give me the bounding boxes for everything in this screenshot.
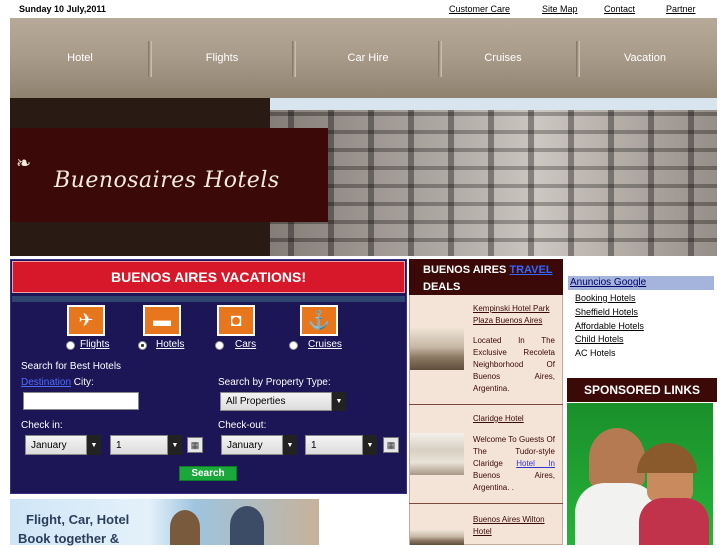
divider (12, 296, 405, 302)
check-out-month-select[interactable]: January (221, 435, 283, 455)
ad-link-child-hotels[interactable]: Child Hotels (575, 334, 624, 344)
chevron-down-icon[interactable]: ▼ (363, 435, 377, 455)
deals-title-text: BUENOS AIRES (423, 264, 510, 276)
chevron-down-icon[interactable]: ▼ (283, 435, 297, 455)
car-icon[interactable]: ◘ (217, 305, 255, 336)
vacation-panel-title: BUENOS AIRES VACATIONS! (12, 261, 405, 293)
calendar-icon[interactable]: ▦ (187, 437, 203, 453)
promo-line-2: Book together & (18, 531, 120, 546)
site-logo[interactable]: Buenosaires Hotels (54, 168, 280, 193)
nav-cruises[interactable]: Cruises (442, 18, 564, 98)
deal-link-wilton[interactable]: Buenos Aires Wilton Hotel (473, 514, 557, 538)
travel-deals-title: BUENOS AIRES TRAVEL DEALS (423, 262, 553, 296)
header-banner: ❧ Buenosaires Hotels (10, 98, 717, 256)
main-nav: Hotel Flights Car Hire Cruises Vacation (10, 18, 717, 98)
deals-title-text-2: DEALS (423, 281, 461, 293)
sponsored-image[interactable] (567, 403, 713, 545)
divider (409, 503, 563, 504)
person-top (639, 498, 709, 545)
hotel-in-link[interactable]: Hotel In (516, 459, 555, 468)
divider (409, 404, 563, 405)
flights-option-label[interactable]: Flights (80, 339, 109, 350)
chevron-down-icon[interactable]: ▼ (87, 435, 101, 455)
nav-car-hire[interactable]: Car Hire (296, 18, 440, 98)
nav-flights[interactable]: Flights (152, 18, 292, 98)
top-bar: Sunday 10 July,2011 Customer Care Site M… (0, 0, 727, 18)
property-type-select[interactable]: All Properties (220, 392, 332, 411)
check-in-day-select[interactable]: 1 (110, 435, 168, 455)
hotels-option-label[interactable]: Hotels (156, 339, 184, 350)
person-face (589, 428, 645, 488)
deal-description: Welcome To Guests Of The Tudor-style Cla… (473, 434, 555, 494)
sponsored-links-header: SPONSORED LINKS (567, 378, 717, 402)
promo-person-image (170, 510, 200, 545)
destination-link[interactable]: Destination (21, 377, 71, 388)
ad-link-sheffield-hotels[interactable]: Sheffield Hotels (575, 307, 638, 317)
check-out-day-select[interactable]: 1 (305, 435, 363, 455)
chevron-down-icon[interactable]: ▼ (332, 392, 346, 411)
chevron-down-icon[interactable]: ▼ (168, 435, 182, 455)
deal-description-text: Buenos Aires, Argentina. . (473, 471, 555, 492)
contact-link[interactable]: Contact (604, 4, 635, 14)
calendar-icon[interactable]: ▦ (383, 437, 399, 453)
search-heading: Search for Best Hotels (21, 361, 122, 372)
check-in-label: Check in: (21, 420, 63, 431)
site-map-link[interactable]: Site Map (542, 4, 578, 14)
google-ads-link[interactable]: Anuncios Google (570, 277, 646, 288)
building-photo (270, 98, 717, 256)
kempinski-hotel-image[interactable] (410, 328, 464, 370)
city-input[interactable] (23, 392, 139, 410)
cruises-option-label[interactable]: Cruises (308, 339, 342, 350)
cruises-radio[interactable] (289, 341, 298, 350)
deal-link-claridge[interactable]: Claridge Hotel (473, 414, 524, 423)
current-date: Sunday 10 July,2011 (19, 4, 106, 14)
check-out-label: Check-out: (218, 420, 267, 431)
nav-divider (576, 41, 580, 77)
bed-icon[interactable]: ▬ (143, 305, 181, 336)
claridge-hotel-image[interactable] (410, 433, 464, 475)
destination-label: Destination City: (21, 377, 94, 388)
promo-line-1: Flight, Car, Hotel (26, 512, 130, 527)
partner-link[interactable]: Partner (666, 4, 696, 14)
check-in-month-select[interactable]: January (25, 435, 87, 455)
ad-link-booking-hotels[interactable]: Booking Hotels (575, 293, 636, 303)
nav-hotel[interactable]: Hotel (10, 18, 150, 98)
logo-swirl-icon: ❧ (16, 153, 32, 173)
cars-radio[interactable] (215, 341, 224, 350)
promo-person-image (230, 506, 264, 545)
banner-sky (270, 98, 717, 110)
ad-text-ac-hotels: AC Hotels (575, 348, 616, 358)
property-type-label: Search by Property Type: (218, 377, 331, 388)
customer-care-link[interactable]: Customer Care (449, 4, 510, 14)
hotels-radio[interactable] (138, 341, 147, 350)
nav-vacation[interactable]: Vacation (582, 18, 708, 98)
airplane-icon[interactable]: ✈ (67, 305, 105, 336)
search-button[interactable]: Search (179, 466, 237, 481)
travel-link[interactable]: TRAVEL (509, 264, 552, 276)
deal-description: Located In The Exclusive Recoleta Neighb… (473, 336, 555, 393)
ad-link-affordable-hotels[interactable]: Affordable Hotels (575, 321, 644, 331)
deal-link-kempinski[interactable]: Kempinski Hotel Park Plaza Buenos Aires (473, 303, 557, 327)
city-label: City: (71, 377, 94, 388)
flights-radio[interactable] (66, 341, 75, 350)
person-hair (637, 443, 697, 473)
wilton-hotel-image[interactable] (410, 530, 464, 545)
promo-text: Flight, Car, Hotel Book together & (18, 510, 129, 548)
ship-icon[interactable]: ⚓ (300, 305, 338, 336)
cars-option-label[interactable]: Cars (235, 339, 256, 350)
